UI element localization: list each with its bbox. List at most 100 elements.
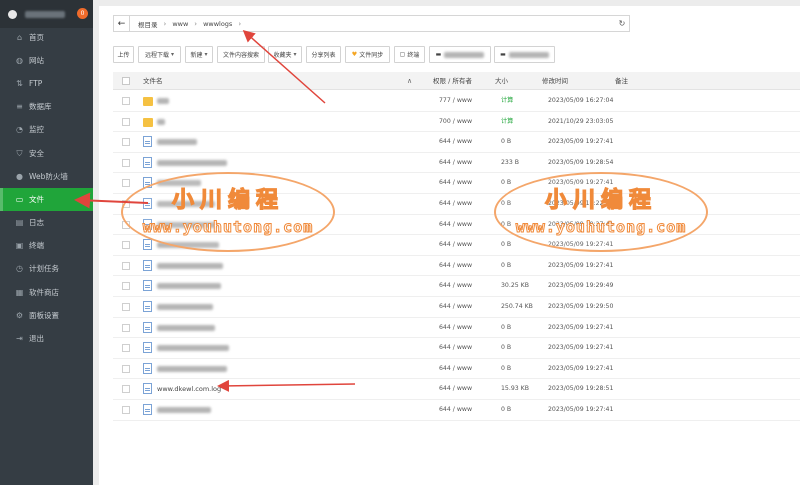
file-sync-button[interactable]: ♥ 文件同步 [345,46,390,63]
watermark-text: 小川编程 [171,187,284,213]
select-all-checkbox[interactable] [122,77,130,85]
disk-button-2[interactable]: ▬ [494,46,555,63]
disk-button-1[interactable]: ▬ [429,46,491,63]
row-checkbox[interactable] [122,364,130,373]
file-name[interactable] [157,112,165,132]
breadcrumb-www[interactable]: www [172,20,188,28]
disk-label-blurred [508,51,549,58]
table-row[interactable]: 700 / www 计算 2021/10/29 23:03:05 [113,112,800,133]
row-checkbox[interactable] [122,303,130,311]
sidebar-item-8[interactable]: ▤ 日志 [0,211,93,234]
sidebar-item-0[interactable]: ⌂ 首页 [0,26,93,49]
file-permission[interactable]: 644 / www [439,235,472,255]
file-permission[interactable]: 644 / www [439,256,472,276]
file-permission[interactable]: 644 / www [439,379,472,399]
sidebar-item-11[interactable]: ▦ 软件商店 [0,281,93,304]
file-permission[interactable]: 700 / www [439,112,472,132]
row-checkbox[interactable] [122,282,130,291]
file-name[interactable] [157,91,169,111]
file-permission[interactable]: 644 / www [439,400,472,420]
file-permission[interactable]: 644 / www [439,338,472,358]
sidebar-item-2[interactable]: ⇅ FTP [0,72,93,95]
file-permission[interactable]: 777 / www [439,91,472,111]
sidebar-item-7[interactable]: ▭ 文件 [0,188,93,211]
file-name[interactable] [157,256,223,276]
file-name[interactable] [157,400,211,420]
row-checkbox[interactable] [122,385,130,394]
header-size[interactable]: 大小 [495,72,508,90]
file-permission[interactable]: 644 / www [439,132,472,152]
table-row[interactable]: 644 / www 250.74 KB 2023/05/09 19:29:50 [113,297,800,318]
table-row[interactable]: 644 / www 0 B 2023/05/09 19:27:41 [113,132,800,153]
table-row[interactable]: 644 / www 0 B 2023/05/09 19:27:41 [113,400,800,421]
table-row[interactable]: 644 / www 0 B 2023/05/09 19:27:41 [113,359,800,380]
row-checkbox[interactable] [122,158,130,167]
file-permission[interactable]: 644 / www [439,215,472,235]
file-permission[interactable]: 644 / www [439,153,472,173]
sidebar-item-5[interactable]: ⛉ 安全 [0,142,93,165]
header-mtime[interactable]: 修改时间 [542,72,568,90]
file-name[interactable] [157,132,197,152]
new-button[interactable]: 新建 ▾ [185,46,213,63]
back-button[interactable]: ← [114,16,130,31]
header-permission[interactable]: 权限 / 所有者 [433,72,472,90]
notification-badge[interactable]: 0 [77,8,88,19]
sidebar-item-6[interactable]: ● Web防火墙 [0,165,93,188]
sidebar-item-9[interactable]: ▣ 终端 [0,234,93,257]
row-checkbox[interactable] [122,138,130,147]
table-row[interactable]: 644 / www 0 B 2023/05/09 19:27:41 [113,338,800,359]
file-permission[interactable]: 644 / www [439,318,472,338]
file-name[interactable] [157,297,213,317]
table-row[interactable]: 644 / www 0 B 2023/05/09 19:27:41 [113,256,800,277]
table-row[interactable]: 644 / www 0 B 2023/05/09 19:27:41 [113,318,800,339]
file-permission[interactable]: 644 / www [439,359,472,379]
file-permission[interactable]: 644 / www [439,276,472,296]
file-content-search-button[interactable]: 文件内容搜索 [217,46,265,63]
chevron-down-icon: ▾ [204,51,208,58]
file-permission[interactable]: 644 / www [439,297,472,317]
terminal-button[interactable]: ▢ 终端 [394,46,425,63]
sidebar-item-3[interactable]: ≡ 数据库 [0,95,93,118]
calculate-size-link[interactable]: 计算 [501,112,513,132]
table-row[interactable]: 777 / www 计算 2023/05/09 16:27:04 [113,91,800,112]
sidebar-item-1[interactable]: ◍ 网站 [0,49,93,72]
row-checkbox[interactable] [122,344,130,353]
file-name[interactable] [157,153,227,173]
row-checkbox[interactable] [122,323,130,332]
breadcrumb-wwwlogs[interactable]: wwwlogs [203,20,232,28]
row-checkbox[interactable] [122,97,130,105]
address-bar[interactable]: ← 根目录 › www › wwwlogs › [113,15,628,32]
favorites-button[interactable]: 收藏夹 ▾ [268,46,302,63]
file-icon [143,342,152,354]
breadcrumb-root[interactable]: 根目录 [138,19,158,29]
row-checkbox[interactable] [122,406,130,414]
calculate-size-link[interactable]: 计算 [501,91,513,111]
row-checkbox[interactable] [122,117,130,126]
table-row[interactable]: 644 / www 30.25 KB 2023/05/09 19:29:49 [113,276,800,297]
sidebar-item-4[interactable]: ◔ 监控 [0,118,93,141]
table-row[interactable]: 644 / www 233 B 2023/05/09 19:28:54 [113,153,800,174]
sidebar-item-13[interactable]: ⇥ 退出 [0,327,93,350]
file-permission[interactable]: 644 / www [439,194,472,214]
share-list-button[interactable]: 分享列表 [306,46,341,63]
refresh-button[interactable]: ↻ [615,15,630,32]
sidebar-item-12[interactable]: ⚙ 面板设置 [0,304,93,327]
sort-asc-icon[interactable]: ∧ [407,72,412,90]
file-permission[interactable]: 644 / www [439,173,472,193]
file-name[interactable] [157,359,227,379]
upload-button[interactable]: 上传 [113,46,134,63]
file-name[interactable] [157,276,221,296]
remote-download-button[interactable]: 远程下载 ▾ [138,46,181,63]
clock-icon: ◷ [16,264,23,273]
table-row[interactable]: www.dkewl.com.log 644 / www 15.93 KB 2023/0… [113,379,800,400]
file-name[interactable]: www.dkewl.com.log [157,379,221,399]
sidebar-item-label: 退出 [29,334,44,343]
file-size: 0 B [501,406,512,413]
row-checkbox[interactable] [122,241,130,250]
header-filename[interactable]: 文件名 [143,72,163,90]
sidebar-item-label: 首页 [29,33,44,42]
file-name[interactable] [157,318,215,338]
row-checkbox[interactable] [122,261,130,270]
sidebar-item-10[interactable]: ◷ 计划任务 [0,257,93,280]
file-name[interactable] [157,338,229,358]
